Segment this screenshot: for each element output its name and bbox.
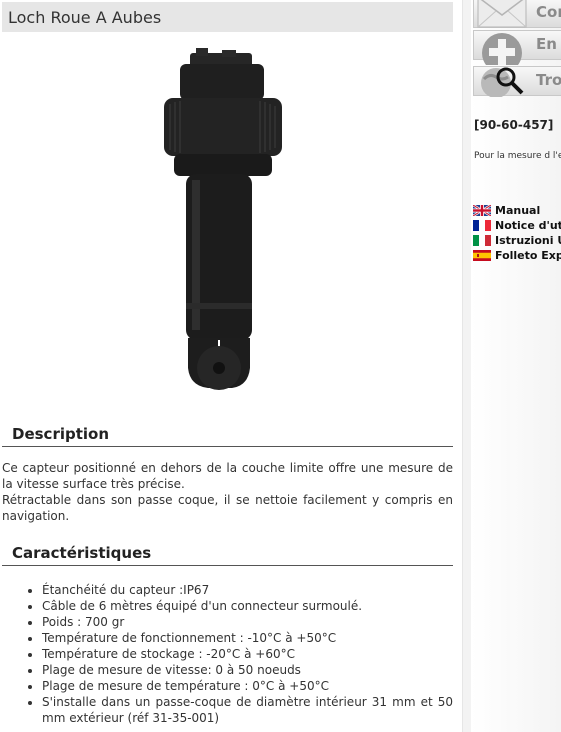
envelope-icon	[477, 0, 527, 28]
description-rule	[2, 446, 453, 447]
france-flag-icon	[473, 220, 491, 231]
sidebar: Cor En Tro [90-60-457] Pour la mesure d …	[471, 0, 561, 732]
product-reference: [90-60-457]	[474, 118, 554, 132]
contact-button[interactable]: Cor	[473, 0, 561, 28]
contact-button-label: Cor	[536, 3, 561, 21]
description-paragraph-1: Ce capteur positionné en dehors de la co…	[2, 461, 453, 491]
list-item: S'installe dans un passe-coque de diamèt…	[42, 694, 453, 726]
list-item: Température de fonctionnement : -10°C à …	[42, 630, 453, 646]
list-item: Température de stockage : -20°C à +60°C	[42, 646, 453, 662]
add-button-label: En	[536, 35, 557, 53]
add-button[interactable]: En	[473, 30, 561, 65]
product-usage: Pour la mesure d l'eau	[474, 151, 561, 161]
magnifier-globe-icon	[481, 67, 524, 97]
description-heading: Description	[12, 425, 110, 443]
manual-link-spanish[interactable]: Folleto Expli	[495, 249, 561, 262]
find-button-label: Tro	[536, 71, 561, 89]
list-item: Câble de 6 mètres équipé d'un connecteur…	[42, 598, 453, 614]
list-item: Plage de mesure de température : 0°C à +…	[42, 678, 453, 694]
description-paragraph-2: Rétractable dans son passe coque, il se …	[2, 493, 453, 523]
description-text: Ce capteur positionné en dehors de la co…	[2, 460, 453, 524]
product-title-bar: Loch Roue A Aubes	[2, 2, 453, 32]
manual-link-english[interactable]: Manual	[495, 204, 540, 217]
find-button[interactable]: Tro	[473, 66, 561, 97]
uk-flag-icon	[473, 205, 491, 216]
list-item: Plage de mesure de vitesse: 0 à 50 noeud…	[42, 662, 453, 678]
manual-link-italian[interactable]: Istruzioni Ut	[495, 234, 561, 247]
list-item: Étanchéité du capteur :IP67	[42, 582, 453, 598]
specs-heading: Caractéristiques	[12, 544, 152, 562]
italy-flag-icon	[473, 235, 491, 246]
column-divider	[462, 0, 471, 732]
product-title: Loch Roue A Aubes	[8, 8, 162, 27]
product-main: Loch Roue A Aubes Description Ce capteur…	[0, 0, 462, 732]
manual-link-french[interactable]: Notice d'util	[495, 219, 561, 232]
spain-flag-icon	[473, 250, 491, 261]
specs-rule	[2, 565, 453, 566]
list-item: Poids : 700 gr	[42, 614, 453, 630]
plus-icon	[482, 33, 522, 65]
specs-list: Étanchéité du capteur :IP67 Câble de 6 m…	[42, 582, 453, 726]
product-image	[164, 48, 282, 390]
